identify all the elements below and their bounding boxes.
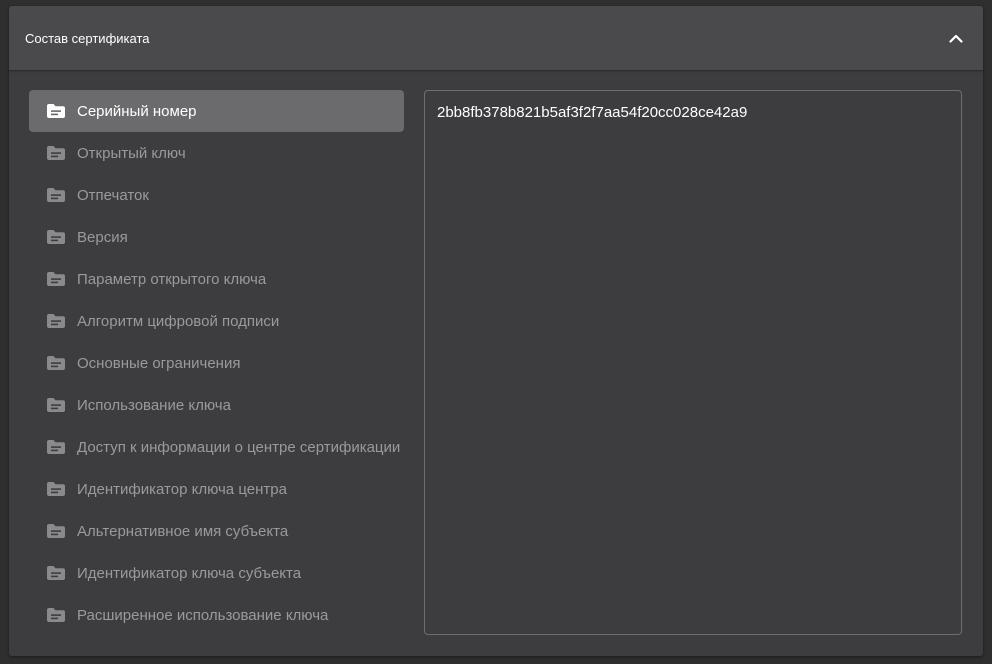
certificate-field-label: Отпечаток xyxy=(77,186,149,204)
certificate-field-item[interactable]: Альтернативное имя субъекта xyxy=(29,510,404,552)
folder-icon xyxy=(46,313,66,329)
certificate-field-item[interactable]: Доступ к информации о центре сертификаци… xyxy=(29,426,404,468)
certificate-panel: Состав сертификата Серийный номер Открыты… xyxy=(9,6,983,656)
panel-title: Состав сертификата xyxy=(25,30,150,46)
certificate-field-list: Серийный номер Открытый ключ Отпечаток Верс… xyxy=(29,90,404,636)
certificate-field-item[interactable]: Расширенное использование ключа xyxy=(29,594,404,636)
certificate-field-item[interactable]: Открытый ключ xyxy=(29,132,404,174)
certificate-field-item[interactable]: Серийный номер xyxy=(29,90,404,132)
certificate-field-label: Доступ к информации о центре сертификаци… xyxy=(77,438,401,456)
certificate-field-label: Алгоритм цифровой подписи xyxy=(77,312,280,330)
certificate-field-item[interactable]: Параметр открытого ключа xyxy=(29,258,404,300)
certificate-field-label: Альтернативное имя субъекта xyxy=(77,522,289,540)
field-value-text: 2bb8fb378b821b5af3f2f7aa54f20cc028ce42a9 xyxy=(437,104,748,121)
certificate-field-label: Открытый ключ xyxy=(77,144,186,162)
folder-icon xyxy=(46,355,66,371)
certificate-field-item[interactable]: Алгоритм цифровой подписи xyxy=(29,300,404,342)
folder-icon xyxy=(46,145,66,161)
folder-icon xyxy=(46,439,66,455)
folder-icon xyxy=(46,481,66,497)
certificate-field-label: Использование ключа xyxy=(77,396,231,414)
field-value-box: 2bb8fb378b821b5af3f2f7aa54f20cc028ce42a9 xyxy=(424,90,962,635)
certificate-field-item[interactable]: Идентификатор ключа центра xyxy=(29,468,404,510)
folder-icon xyxy=(46,229,66,245)
folder-icon xyxy=(46,397,66,413)
certificate-field-item[interactable]: Идентификатор ключа субъекта xyxy=(29,552,404,594)
certificate-field-label: Расширенное использование ключа xyxy=(77,606,329,624)
folder-icon xyxy=(46,565,66,581)
certificate-field-item[interactable]: Отпечаток xyxy=(29,174,404,216)
certificate-field-label: Параметр открытого ключа xyxy=(77,270,267,288)
certificate-field-label: Идентификатор ключа центра xyxy=(77,480,287,498)
certificate-field-item[interactable]: Основные ограничения xyxy=(29,342,404,384)
chevron-up-icon[interactable] xyxy=(947,29,965,47)
folder-icon xyxy=(46,607,66,623)
certificate-field-item[interactable]: Версия xyxy=(29,216,404,258)
certificate-field-label: Основные ограничения xyxy=(77,354,241,372)
folder-icon xyxy=(46,523,66,539)
certificate-field-label: Версия xyxy=(77,228,128,246)
panel-header[interactable]: Состав сертификата xyxy=(9,6,983,70)
certificate-field-label: Идентификатор ключа субъекта xyxy=(77,564,302,582)
folder-icon xyxy=(46,271,66,287)
folder-icon xyxy=(46,103,66,119)
folder-icon xyxy=(46,187,66,203)
certificate-field-label: Серийный номер xyxy=(77,102,197,120)
certificate-field-item[interactable]: Использование ключа xyxy=(29,384,404,426)
